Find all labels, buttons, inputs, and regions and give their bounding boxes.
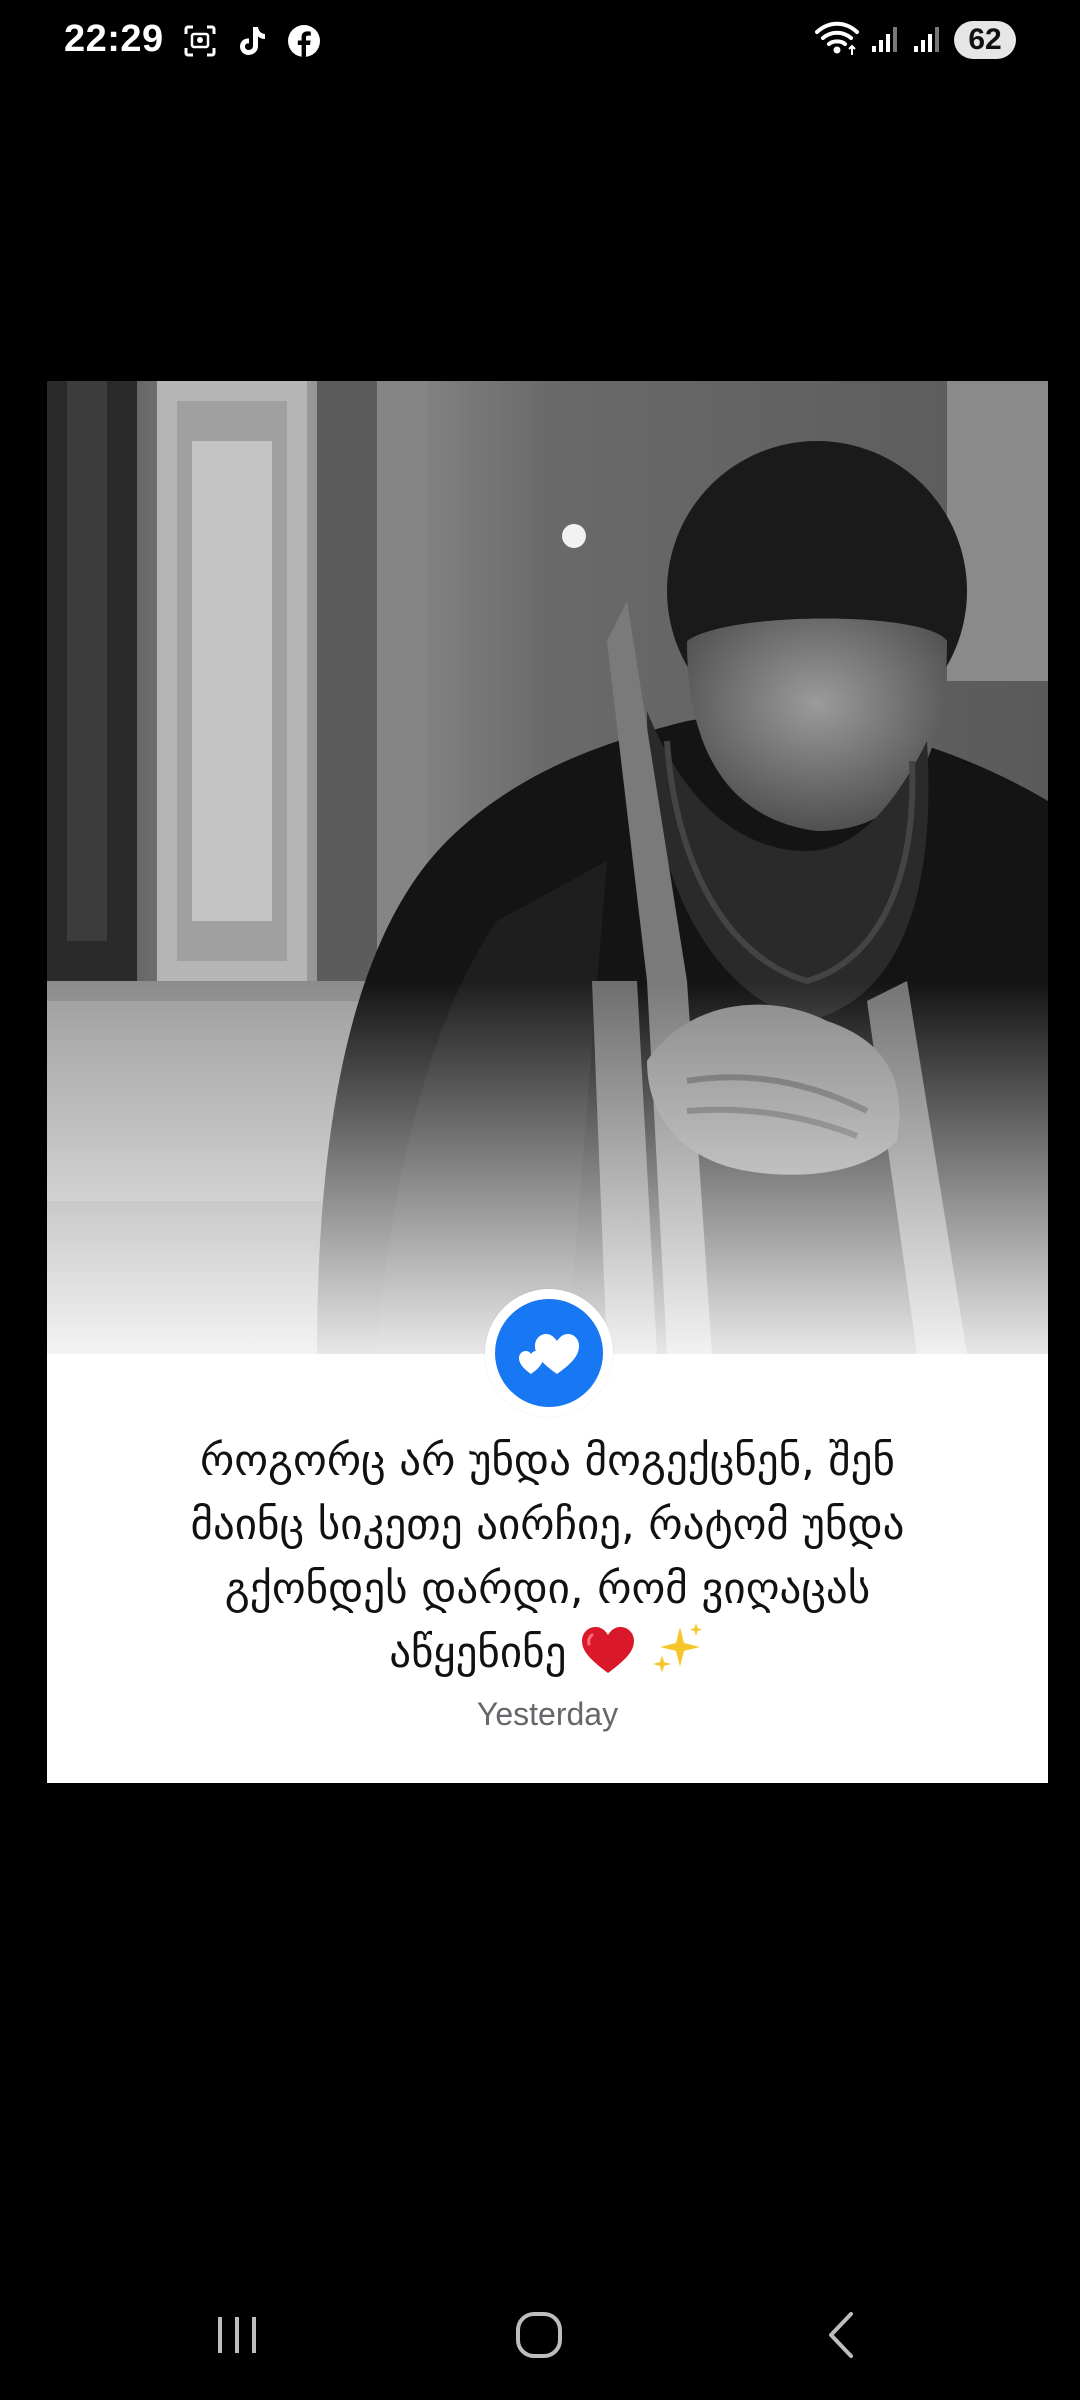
signal-icon <box>870 22 902 58</box>
post-text-line: გქონდეს დარდი, რომ ვიღაცას <box>224 1564 871 1614</box>
recents-button[interactable] <box>197 2300 277 2370</box>
home-icon <box>516 2312 562 2358</box>
memory-post-card[interactable]: როგორც არ უნდა მოგექცნენ, შენ მაინც სიკე… <box>47 381 1048 1783</box>
status-time: 22:29 <box>64 18 164 60</box>
recents-icon <box>218 2317 256 2353</box>
memory-badge <box>485 1289 613 1417</box>
double-heart-icon <box>519 1334 579 1374</box>
post-text: როგორც არ უნდა მოგექცნენ, შენ მაინც სიკე… <box>87 1429 1008 1685</box>
post-timestamp: Yesterday <box>476 1696 619 1732</box>
priest-praying-photo[interactable] <box>47 381 1048 1354</box>
back-icon <box>829 2312 853 2358</box>
red-heart-icon <box>582 1627 635 1673</box>
navigation-bar <box>0 2280 1080 2390</box>
system-status-icons: 62 <box>814 20 1016 60</box>
tiktok-icon <box>234 23 270 59</box>
back-button[interactable] <box>801 2300 881 2370</box>
wifi-icon <box>814 20 860 60</box>
screenshot-icon <box>182 23 218 59</box>
status-bar: 22:29 62 <box>0 0 1080 80</box>
notification-icons <box>182 22 322 60</box>
post-text-line: აწყენინე <box>389 1628 567 1678</box>
signal-icon <box>912 22 944 58</box>
post-text-line: მაინც სიკეთე აირჩიე, რატომ უნდა <box>190 1500 905 1550</box>
sparkles-icon <box>652 1623 702 1673</box>
post-text-line: როგორც არ უნდა მოგექცნენ, შენ <box>200 1436 895 1486</box>
facebook-icon <box>286 23 322 59</box>
battery-indicator: 62 <box>954 21 1016 59</box>
home-button[interactable] <box>499 2300 579 2370</box>
